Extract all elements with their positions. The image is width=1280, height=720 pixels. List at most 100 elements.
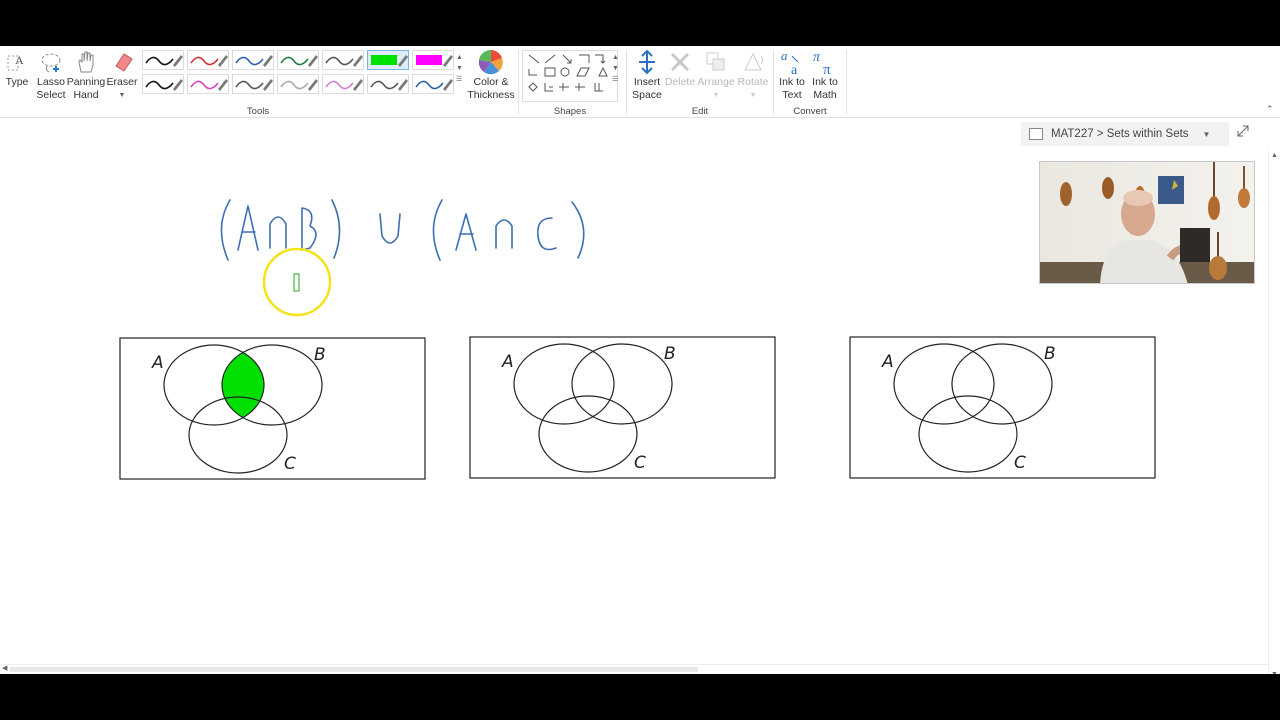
arrange-button[interactable]: Arrange ▼ (696, 48, 736, 104)
lasso-icon (37, 48, 65, 76)
insert-space-icon (633, 48, 661, 76)
label-a: A (151, 353, 164, 373)
horizontal-scrollbar[interactable]: ◀ (0, 664, 1268, 674)
scroll-down-icon[interactable]: ▼ (1271, 671, 1278, 674)
pen-swatch[interactable] (277, 74, 319, 94)
eraser-button[interactable]: Eraser ▼ (106, 48, 138, 104)
highlighter-swatch[interactable] (412, 50, 454, 70)
shapes-scroll[interactable]: ▲ ▼ ☰ (612, 52, 619, 85)
separator (773, 50, 774, 114)
lasso-label-2: Select (36, 89, 66, 101)
gallery-scroll[interactable]: ▲ ▼ ☰ (456, 52, 463, 85)
pen-swatch[interactable] (322, 50, 364, 70)
arrange-label: Arrange (697, 76, 735, 88)
chevron-down-icon: ▼ (712, 92, 720, 99)
collapse-ribbon-icon[interactable]: ⌃ (1266, 104, 1274, 115)
pen-swatch[interactable] (322, 74, 364, 94)
type-label: Type (5, 76, 29, 88)
pen-swatch[interactable] (232, 50, 274, 70)
pen-swatch[interactable] (142, 50, 184, 70)
color-label-2: Thickness (467, 89, 515, 101)
pen-icon (325, 79, 363, 91)
convert-group-label: Convert (793, 106, 827, 117)
venn-diagram-area: A B C A B C A B C (119, 336, 1156, 480)
pen-icon (325, 55, 363, 67)
highlighter-cursor-icon (293, 273, 300, 292)
label-c: C (634, 453, 646, 473)
ink-to-math-button[interactable]: ππ Ink to Math (809, 48, 841, 104)
hand-icon (72, 48, 100, 76)
horizontal-scroll-thumb[interactable] (10, 667, 698, 672)
pen-cursor-indicator (262, 247, 332, 317)
pen-swatch[interactable] (142, 74, 184, 94)
separator (518, 50, 519, 114)
ink-to-math-icon: ππ (811, 48, 839, 76)
pen-icon (280, 79, 318, 91)
note-canvas[interactable]: MAT227 > Sets within Sets ▼ A B C A B C … (0, 118, 1280, 674)
tools-group-label: Tools (246, 106, 270, 117)
rotate-label: Rotate (737, 76, 769, 88)
pen-swatch[interactable] (187, 74, 229, 94)
label-c: C (284, 454, 296, 474)
svg-text:a: a (791, 63, 798, 76)
pen-swatch[interactable] (367, 74, 409, 94)
color-thickness-button[interactable]: Color & Thickness (467, 48, 515, 104)
rotate-button[interactable]: Rotate ▼ (736, 48, 770, 104)
pen-swatch[interactable] (187, 50, 229, 70)
scroll-up-icon[interactable]: ▲ (1271, 152, 1278, 159)
breadcrumb[interactable]: MAT227 > Sets within Sets ▼ (1021, 122, 1229, 146)
panning-hand-button[interactable]: Panning Hand (67, 48, 105, 104)
ink-math-label-1: Ink to (812, 76, 838, 88)
svg-text:A: A (15, 53, 24, 67)
insert-label-2: Space (632, 89, 662, 101)
chevron-down-icon[interactable]: ▼ (1203, 130, 1211, 139)
label-b: B (314, 345, 326, 365)
vertical-scrollbar[interactable]: ▲ ▼ (1268, 150, 1280, 674)
shapes-icon (528, 54, 608, 92)
label-b: B (664, 344, 676, 364)
insert-label-1: Insert (633, 76, 661, 88)
pen-icon (280, 55, 318, 67)
lasso-select-button[interactable]: Lasso Select (34, 48, 68, 104)
open-paren (220, 199, 231, 261)
insert-space-button[interactable]: Insert Space (630, 48, 664, 104)
pen-icon (190, 55, 228, 67)
chevron-down-icon[interactable]: ▼ (119, 89, 126, 102)
expand-icon[interactable] (1236, 124, 1252, 140)
webcam-overlay (1039, 161, 1255, 284)
onenote-window: A Type Lasso Select Panning Hand Eraser … (0, 46, 1280, 674)
pen-icon (370, 79, 408, 91)
intersection-symbol (495, 219, 513, 249)
highlighter-swatch[interactable] (367, 50, 409, 70)
shapes-gallery[interactable] (522, 50, 618, 102)
highlighter-icon (371, 55, 408, 67)
letter-a (237, 205, 259, 251)
type-icon: A (3, 48, 31, 76)
ink-to-text-button[interactable]: aa Ink to Text (776, 48, 808, 104)
panning-label-2: Hand (73, 89, 99, 101)
label-a: A (501, 352, 514, 372)
type-button[interactable]: A Type (4, 48, 30, 104)
svg-text:π: π (823, 62, 831, 76)
ink-to-text-icon: aa (778, 48, 806, 76)
pen-icon (235, 79, 273, 91)
venn-diagram: A B C (849, 336, 1156, 479)
separator (626, 50, 627, 114)
scroll-left-icon[interactable]: ◀ (2, 664, 7, 672)
guitar-icon (1209, 256, 1227, 280)
pen-swatch[interactable] (232, 74, 274, 94)
rotate-icon (739, 48, 767, 76)
pen-swatch[interactable] (277, 50, 319, 70)
label-c: C (1014, 453, 1026, 473)
page-icon (1029, 128, 1043, 140)
delete-label: Delete (664, 76, 696, 88)
delete-button[interactable]: Delete (664, 48, 696, 104)
letter-a (455, 213, 477, 251)
label-a: A (881, 352, 894, 372)
pen-swatch[interactable] (412, 74, 454, 94)
ink-math-label-2: Math (813, 89, 837, 101)
wall-poster (1158, 176, 1184, 204)
guitar-icon (1238, 188, 1250, 208)
breadcrumb-text: MAT227 > Sets within Sets (1051, 128, 1189, 140)
separator (846, 50, 847, 114)
